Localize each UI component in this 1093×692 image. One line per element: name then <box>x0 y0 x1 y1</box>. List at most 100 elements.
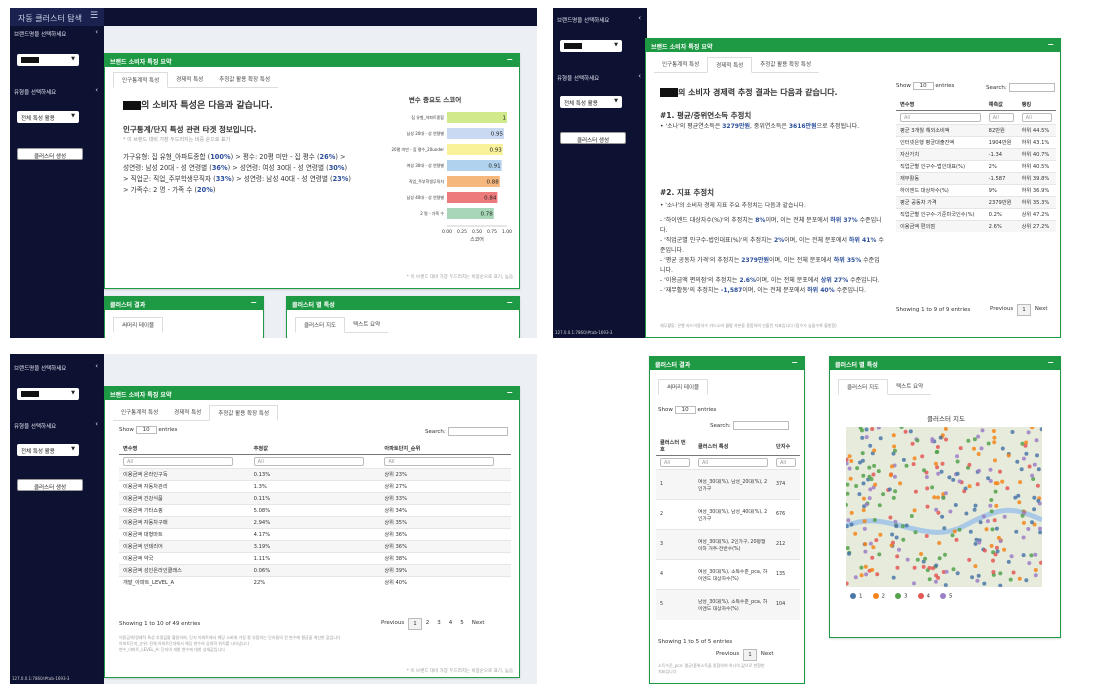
cluster-map[interactable] <box>846 427 1042 587</box>
table-row[interactable]: 평균 3개월 해외소비액 82만원 하위 44.5% <box>896 124 1056 137</box>
page-button[interactable]: 1 <box>1017 304 1031 316</box>
table-row[interactable]: 이용금액 성인온라인클래스 0.06% 상위 39% <box>119 564 511 577</box>
filter-input[interactable]: All <box>123 457 233 466</box>
filter-input[interactable]: All <box>988 113 1014 122</box>
table-row[interactable]: 이용금액 자동차구매 2.94% 상위 35% <box>119 516 511 529</box>
filter-input[interactable]: All <box>660 458 690 467</box>
col-cluster-no[interactable]: 클러스터 번호 <box>656 437 694 456</box>
cluster-generate-button[interactable]: 클러스터 생성 <box>17 479 83 491</box>
table-row[interactable]: 이용금액 건강식품 0.11% 상위 33% <box>119 492 511 505</box>
next-button[interactable]: Next <box>1031 304 1052 316</box>
tab-extended[interactable]: 추정값 활용 확장 특성 <box>752 57 819 72</box>
table-row[interactable]: 이용금액 온라인구독 0.13% 상위 23% <box>119 468 511 481</box>
next-button[interactable]: Next <box>757 649 778 661</box>
table-row[interactable]: 3 여성_30대(%), 2인가구, 20평형 이하 거주-전반수(%) 212 <box>656 529 800 560</box>
table-row[interactable]: 4 여성_30대(%), 소득수준_pca, 하이엔드 대상자수(%) 135 <box>656 559 800 590</box>
chevron-left-icon[interactable]: ‹ <box>638 14 641 22</box>
table-row[interactable]: 이용금액 인테리어 3.19% 상위 36% <box>119 540 511 553</box>
chevron-left-icon[interactable]: ‹ <box>638 72 641 80</box>
filter-input[interactable]: All <box>698 458 768 467</box>
entries-select[interactable]: 10 <box>912 82 934 90</box>
filter-input[interactable]: All <box>900 113 981 122</box>
minimize-icon[interactable]: − <box>506 298 513 307</box>
tab-summary-table[interactable]: 써머리 테이블 <box>658 379 709 395</box>
minimize-icon[interactable]: − <box>506 388 513 397</box>
tab-text-summary[interactable]: 텍스트 요약 <box>345 317 388 332</box>
page-button[interactable]: 2 <box>422 618 434 630</box>
table-row[interactable]: 개발_아파트_LEVEL_A 22% 상위 40% <box>119 576 511 588</box>
table-row[interactable]: 이용금액 대형마트 4.17% 상위 36% <box>119 528 511 541</box>
minimize-icon[interactable]: − <box>791 358 798 367</box>
col-variable[interactable]: 변수명 <box>896 99 985 111</box>
cluster-generate-button[interactable]: 클러스터 생성 <box>560 132 626 144</box>
page-button[interactable]: 5 <box>456 618 468 630</box>
search-input[interactable] <box>732 421 789 430</box>
type-select[interactable]: 전체 특성 활용 ▼ <box>560 96 622 108</box>
prev-button[interactable]: Previous <box>712 649 743 661</box>
page-button[interactable]: 1 <box>743 649 757 661</box>
type-select[interactable]: 전체 특성 활용 ▼ <box>17 444 79 456</box>
table-row[interactable]: 자산가치 -1.34 하위 40.7% <box>896 148 1056 161</box>
table-row[interactable]: 평균 공동차 가격 2379만원 하위 35.3% <box>896 196 1056 209</box>
filter-input[interactable]: All <box>384 457 495 466</box>
table-row[interactable]: 재무활동 -1.587 하위 39.8% <box>896 172 1056 185</box>
filter-input[interactable]: All <box>253 457 364 466</box>
tab-summary-table[interactable]: 써머리 테이블 <box>113 317 164 333</box>
entries-select[interactable]: 10 <box>674 406 696 414</box>
table-row[interactable]: 직업군별 인구수-기준미국인수(%) 0.2% 상위 47.2% <box>896 208 1056 221</box>
tab-extended[interactable]: 추정값 활용 확장 특성 <box>211 72 278 87</box>
table-row[interactable]: 이용금액 편의점 2.6% 상위 27.2% <box>896 220 1056 232</box>
col-predicted[interactable]: 예측값 <box>984 99 1018 111</box>
prev-button[interactable]: Previous <box>377 618 408 630</box>
brand-select[interactable]: ▼ <box>560 40 622 52</box>
chevron-left-icon[interactable]: ‹ <box>95 420 98 428</box>
table-row[interactable]: 5 남성_30대(%), 소득수준_pca, 하이엔드 대상자수(%) 104 <box>656 589 800 620</box>
table-row[interactable]: 하이엔드 대상자수(%) 9% 하위 36.9% <box>896 184 1056 197</box>
tab-text-summary[interactable]: 텍스트 요약 <box>888 379 931 394</box>
tab-cluster-map[interactable]: 클러스터 지도 <box>295 317 346 333</box>
table-row[interactable]: 이용금액 기타쇼핑 5.08% 상위 34% <box>119 504 511 517</box>
minimize-icon[interactable]: − <box>506 55 513 64</box>
table-row[interactable]: 2 여성_30대(%), 남성_40대(%), 2인가구 676 <box>656 499 800 530</box>
brand-select[interactable]: ▼ <box>17 388 79 400</box>
page-button[interactable]: 4 <box>445 618 457 630</box>
tab-cluster-map[interactable]: 클러스터 지도 <box>838 379 889 395</box>
tab-demographics[interactable]: 인구통계적 특성 <box>654 57 707 72</box>
filter-input[interactable]: All <box>776 458 796 467</box>
col-variable[interactable]: 변수명 <box>119 443 250 455</box>
table-row[interactable]: 직업군별 인구수-법인대표(%) 2% 하위 40.5% <box>896 160 1056 173</box>
table-row[interactable]: 인터넷은행 평균대출잔액 1904만원 하위 43.1% <box>896 136 1056 149</box>
tab-extended[interactable]: 추정값 활용 확장 특성 <box>209 405 279 421</box>
tab-economic[interactable]: 경제적 특성 <box>707 57 753 73</box>
page-button[interactable]: 1 <box>408 618 422 630</box>
chevron-left-icon[interactable]: ‹ <box>95 28 98 36</box>
brand-select[interactable]: ▼ <box>17 54 79 66</box>
prev-button[interactable]: Previous <box>986 304 1017 316</box>
table-row[interactable]: 1 여성_30대(%), 남성_20대(%), 2인가구 374 <box>656 469 800 500</box>
entries-select[interactable]: 10 <box>135 426 157 434</box>
minimize-icon[interactable]: − <box>1047 358 1054 367</box>
minimize-icon[interactable]: − <box>250 298 257 307</box>
table-row[interactable]: 이용금액 자동차관리 1.3% 상위 27% <box>119 480 511 493</box>
next-button[interactable]: Next <box>468 618 489 630</box>
search-input[interactable] <box>447 427 508 436</box>
minimize-icon[interactable]: − <box>1047 40 1054 49</box>
col-cluster-features[interactable]: 클러스터 특성 <box>694 437 772 456</box>
col-estimate[interactable]: 추정값 <box>249 443 381 455</box>
chevron-left-icon[interactable]: ‹ <box>95 86 98 94</box>
col-rank[interactable]: 랭킹 <box>1017 99 1056 111</box>
cluster-generate-button[interactable]: 클러스터 생성 <box>17 148 83 160</box>
chevron-left-icon[interactable]: ‹ <box>95 362 98 370</box>
page-button[interactable]: 3 <box>433 618 445 630</box>
tab-demographics[interactable]: 인구통계적 특성 <box>113 405 166 420</box>
search-input[interactable] <box>1008 83 1055 92</box>
filter-input[interactable]: All <box>1021 113 1052 122</box>
table-row[interactable]: 이용금액 약국 1.11% 상위 38% <box>119 552 511 565</box>
col-complex-count[interactable]: 단지수 <box>772 437 800 456</box>
hamburger-icon[interactable]: ☰ <box>90 11 98 21</box>
tab-demographics[interactable]: 인구통계적 특성 <box>113 72 169 88</box>
type-select[interactable]: 전체 특성 활용 ▼ <box>17 111 79 123</box>
tab-economic[interactable]: 경제적 특성 <box>168 72 211 87</box>
col-rank[interactable]: 아파트단지_순위 <box>380 443 511 455</box>
tab-economic[interactable]: 경제적 특성 <box>166 405 209 420</box>
